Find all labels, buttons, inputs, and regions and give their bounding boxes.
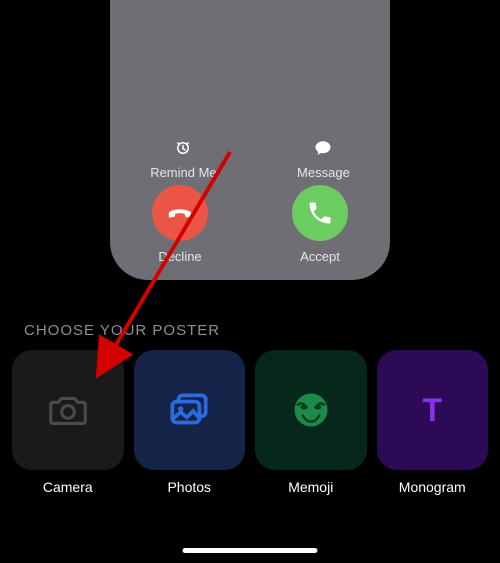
poster-monogram-card: T	[377, 350, 489, 470]
photos-icon	[164, 385, 214, 435]
accept-circle	[292, 185, 348, 241]
phone-down-icon	[165, 198, 195, 228]
poster-monogram-label: Monogram	[399, 479, 466, 495]
poster-row: Camera Photos Memoji T Monogram	[12, 350, 488, 495]
poster-camera-label: Camera	[43, 479, 93, 495]
remind-me-label: Remind Me	[150, 165, 216, 180]
poster-monogram[interactable]: T Monogram	[377, 350, 489, 495]
accept-button[interactable]: Accept	[292, 185, 348, 264]
poster-photos-card	[134, 350, 246, 470]
poster-photos-label: Photos	[167, 479, 211, 495]
call-preview-card: Remind Me Message Decline Accept	[110, 0, 390, 280]
poster-memoji-card	[255, 350, 367, 470]
decline-label: Decline	[158, 249, 201, 264]
monogram-letter: T	[422, 392, 442, 429]
message-button[interactable]: Message	[297, 139, 350, 180]
decline-button[interactable]: Decline	[152, 185, 208, 264]
accept-label: Accept	[300, 249, 340, 264]
poster-memoji[interactable]: Memoji	[255, 350, 367, 495]
poster-camera[interactable]: Camera	[12, 350, 124, 495]
call-action-row: Decline Accept	[110, 185, 390, 264]
poster-photos[interactable]: Photos	[134, 350, 246, 495]
home-indicator	[183, 548, 318, 553]
poster-camera-card	[12, 350, 124, 470]
message-label: Message	[297, 165, 350, 180]
memoji-icon	[289, 388, 333, 432]
call-utility-row: Remind Me Message	[110, 139, 390, 180]
remind-me-button[interactable]: Remind Me	[150, 139, 216, 180]
message-icon	[314, 139, 332, 162]
camera-icon	[45, 387, 91, 433]
poster-memoji-label: Memoji	[288, 479, 333, 495]
section-heading: CHOOSE YOUR POSTER	[24, 322, 220, 339]
phone-icon	[306, 199, 334, 227]
alarm-icon	[174, 139, 192, 162]
decline-circle	[152, 185, 208, 241]
